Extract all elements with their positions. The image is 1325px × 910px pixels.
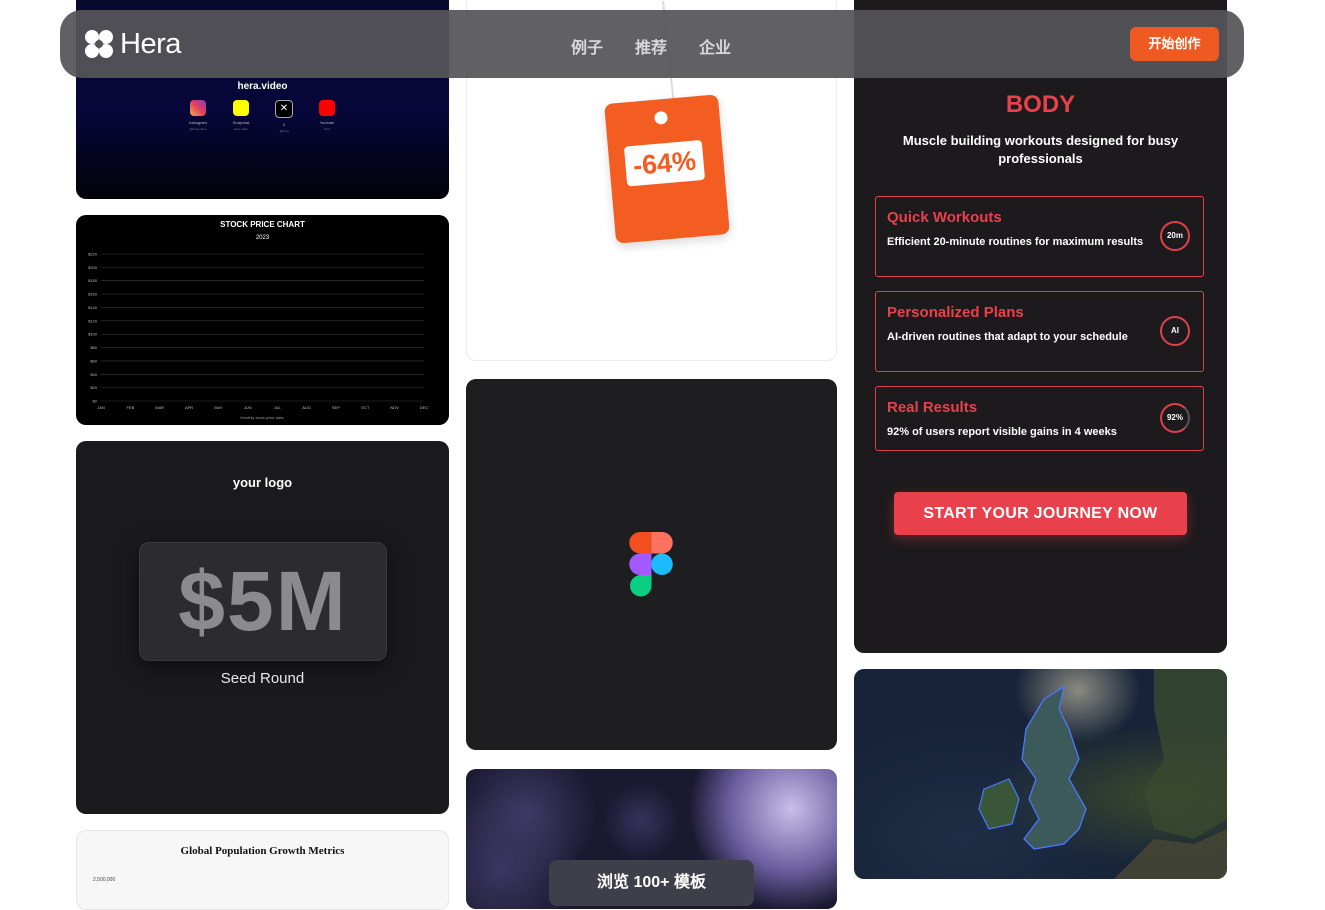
site-label: hera.video [237,81,288,92]
uk-map [978,669,1227,879]
feature-title: Personalized Plans [887,304,1024,321]
stock-chart: $0 $20 $40 $60 $80 $100 $120 $140 $160 $180 $200 $2… [88,252,429,421]
y-tick-label: $100 [88,332,98,337]
x-tick-label: NOV [390,405,399,410]
funding-amount: $5M [178,554,348,648]
funding-label: Seed Round [220,670,305,687]
x-tick-label: AUG [302,405,311,410]
start-creating-button[interactable]: 开始创作 [1130,27,1219,61]
social-handle: hera [323,127,330,131]
social-name: Youtube [319,120,335,125]
x-tick-label: SEP [332,405,340,410]
x-axis-label: Monthly stock price data [240,415,284,420]
start-journey-button[interactable]: START YOUR JOURNEY NOW [894,492,1187,535]
feature-title: Quick Workouts [887,209,1002,226]
tag-hole [653,110,669,125]
x-tick-label: MAY [214,405,223,410]
x-tick-label: JAN [97,405,105,410]
youtube-icon [319,100,335,116]
template-card[interactable]: 浏览 100+ 模板 [466,769,837,909]
social-handle: @hera.video [189,127,207,131]
social-item-instagram: Instagram @hera.video [176,100,220,131]
feature-real-results: Real Results 92% of users report visible… [875,386,1204,451]
social-name: Snapchat [232,120,250,125]
y-tick-label: $160 [88,292,98,297]
y-tick-label: $120 [88,318,98,323]
browse-templates-button[interactable]: 浏览 100+ 模板 [549,860,754,906]
y-tick-label: $20 [90,385,97,390]
x-tick-label: JUN [244,405,252,410]
social-name: Instagram [189,120,207,125]
social-handle: @hera [279,129,289,133]
top-navbar: Hera 例子 推荐 企业 开始创作 [60,10,1244,78]
fitness-title: BODY [1005,91,1076,118]
hera-logo-icon [85,30,113,58]
nav-link-enterprise[interactable]: 企业 [699,34,731,58]
feature-quick-workouts: Quick Workouts Efficient 20-minute routi… [875,196,1204,277]
x-tick-label: DEC [420,405,429,410]
social-name: X [282,122,286,127]
x-tick-label: JUL [274,405,282,410]
y-tick-label: $80 [90,345,97,350]
figma-icon [629,532,673,597]
y-tick-label: $40 [90,372,97,377]
figma-card[interactable] [466,379,837,750]
price-tag: -64% [604,94,730,244]
x-tick-label: MAR [155,405,164,410]
stock-chart-card[interactable]: STOCK PRICE CHART 2023 $0 $20 $40 $60 $80 $10… [76,215,449,425]
ireland [978,778,1020,830]
y-tick-label: $220 [88,252,98,257]
great-britain [1021,685,1087,850]
y-tick-label: $200 [88,265,98,270]
population-title: Global Population Growth Metrics [180,845,345,857]
x-tick-label: APR [185,405,193,410]
brand-logo[interactable]: Hera [84,28,181,60]
social-item-snapchat: Snapchat hera.video [219,100,263,131]
social-item-youtube: Youtube hera [305,100,349,131]
instagram-icon [190,100,206,116]
y-tick-label: $180 [88,278,98,283]
snapchat-icon [233,100,249,116]
x-icon: ✕ [275,100,293,118]
social-handle: hera.video [233,127,248,131]
discount-label: -64% [623,139,706,187]
feature-desc: 92% of users report visible gains in 4 w… [887,426,1117,438]
map-card[interactable] [854,669,1227,879]
y-tick-label: $60 [90,358,97,363]
nav-link-examples[interactable]: 例子 [571,34,603,58]
amount-box: $5M [139,542,387,661]
feature-badge: 92% [1160,403,1190,433]
x-tick-label: FEB [126,405,134,410]
feature-badge: 20m [1160,221,1190,251]
feature-badge: AI [1160,316,1190,346]
x-tick-label: OCT [361,405,370,410]
y-tick-label: $140 [88,305,98,310]
brand-name: Hera [120,27,181,60]
fitness-subtitle: Muscle building workouts designed for bu… [902,133,1179,166]
population-card[interactable]: Global Population Growth Metrics 2,500,0… [76,830,449,910]
logo-placeholder: your logo [232,475,293,490]
feature-title: Real Results [887,399,978,416]
feature-desc: Efficient 20-minute routines for maximum… [887,236,1144,248]
feature-desc: AI-driven routines that adapt to your sc… [887,331,1128,343]
population-tick: 2,500,000 [93,877,116,883]
y-tick-label: $0 [93,399,98,404]
fitness-card[interactable]: BODY Muscle building workouts designed f… [854,0,1227,653]
nav-link-recommended[interactable]: 推荐 [635,34,667,58]
social-item-x: ✕ X @hera [262,100,306,133]
feature-personalized-plans: Personalized Plans AI-driven routines th… [875,291,1204,372]
funding-card[interactable]: your logo $5M Seed Round [76,441,449,814]
